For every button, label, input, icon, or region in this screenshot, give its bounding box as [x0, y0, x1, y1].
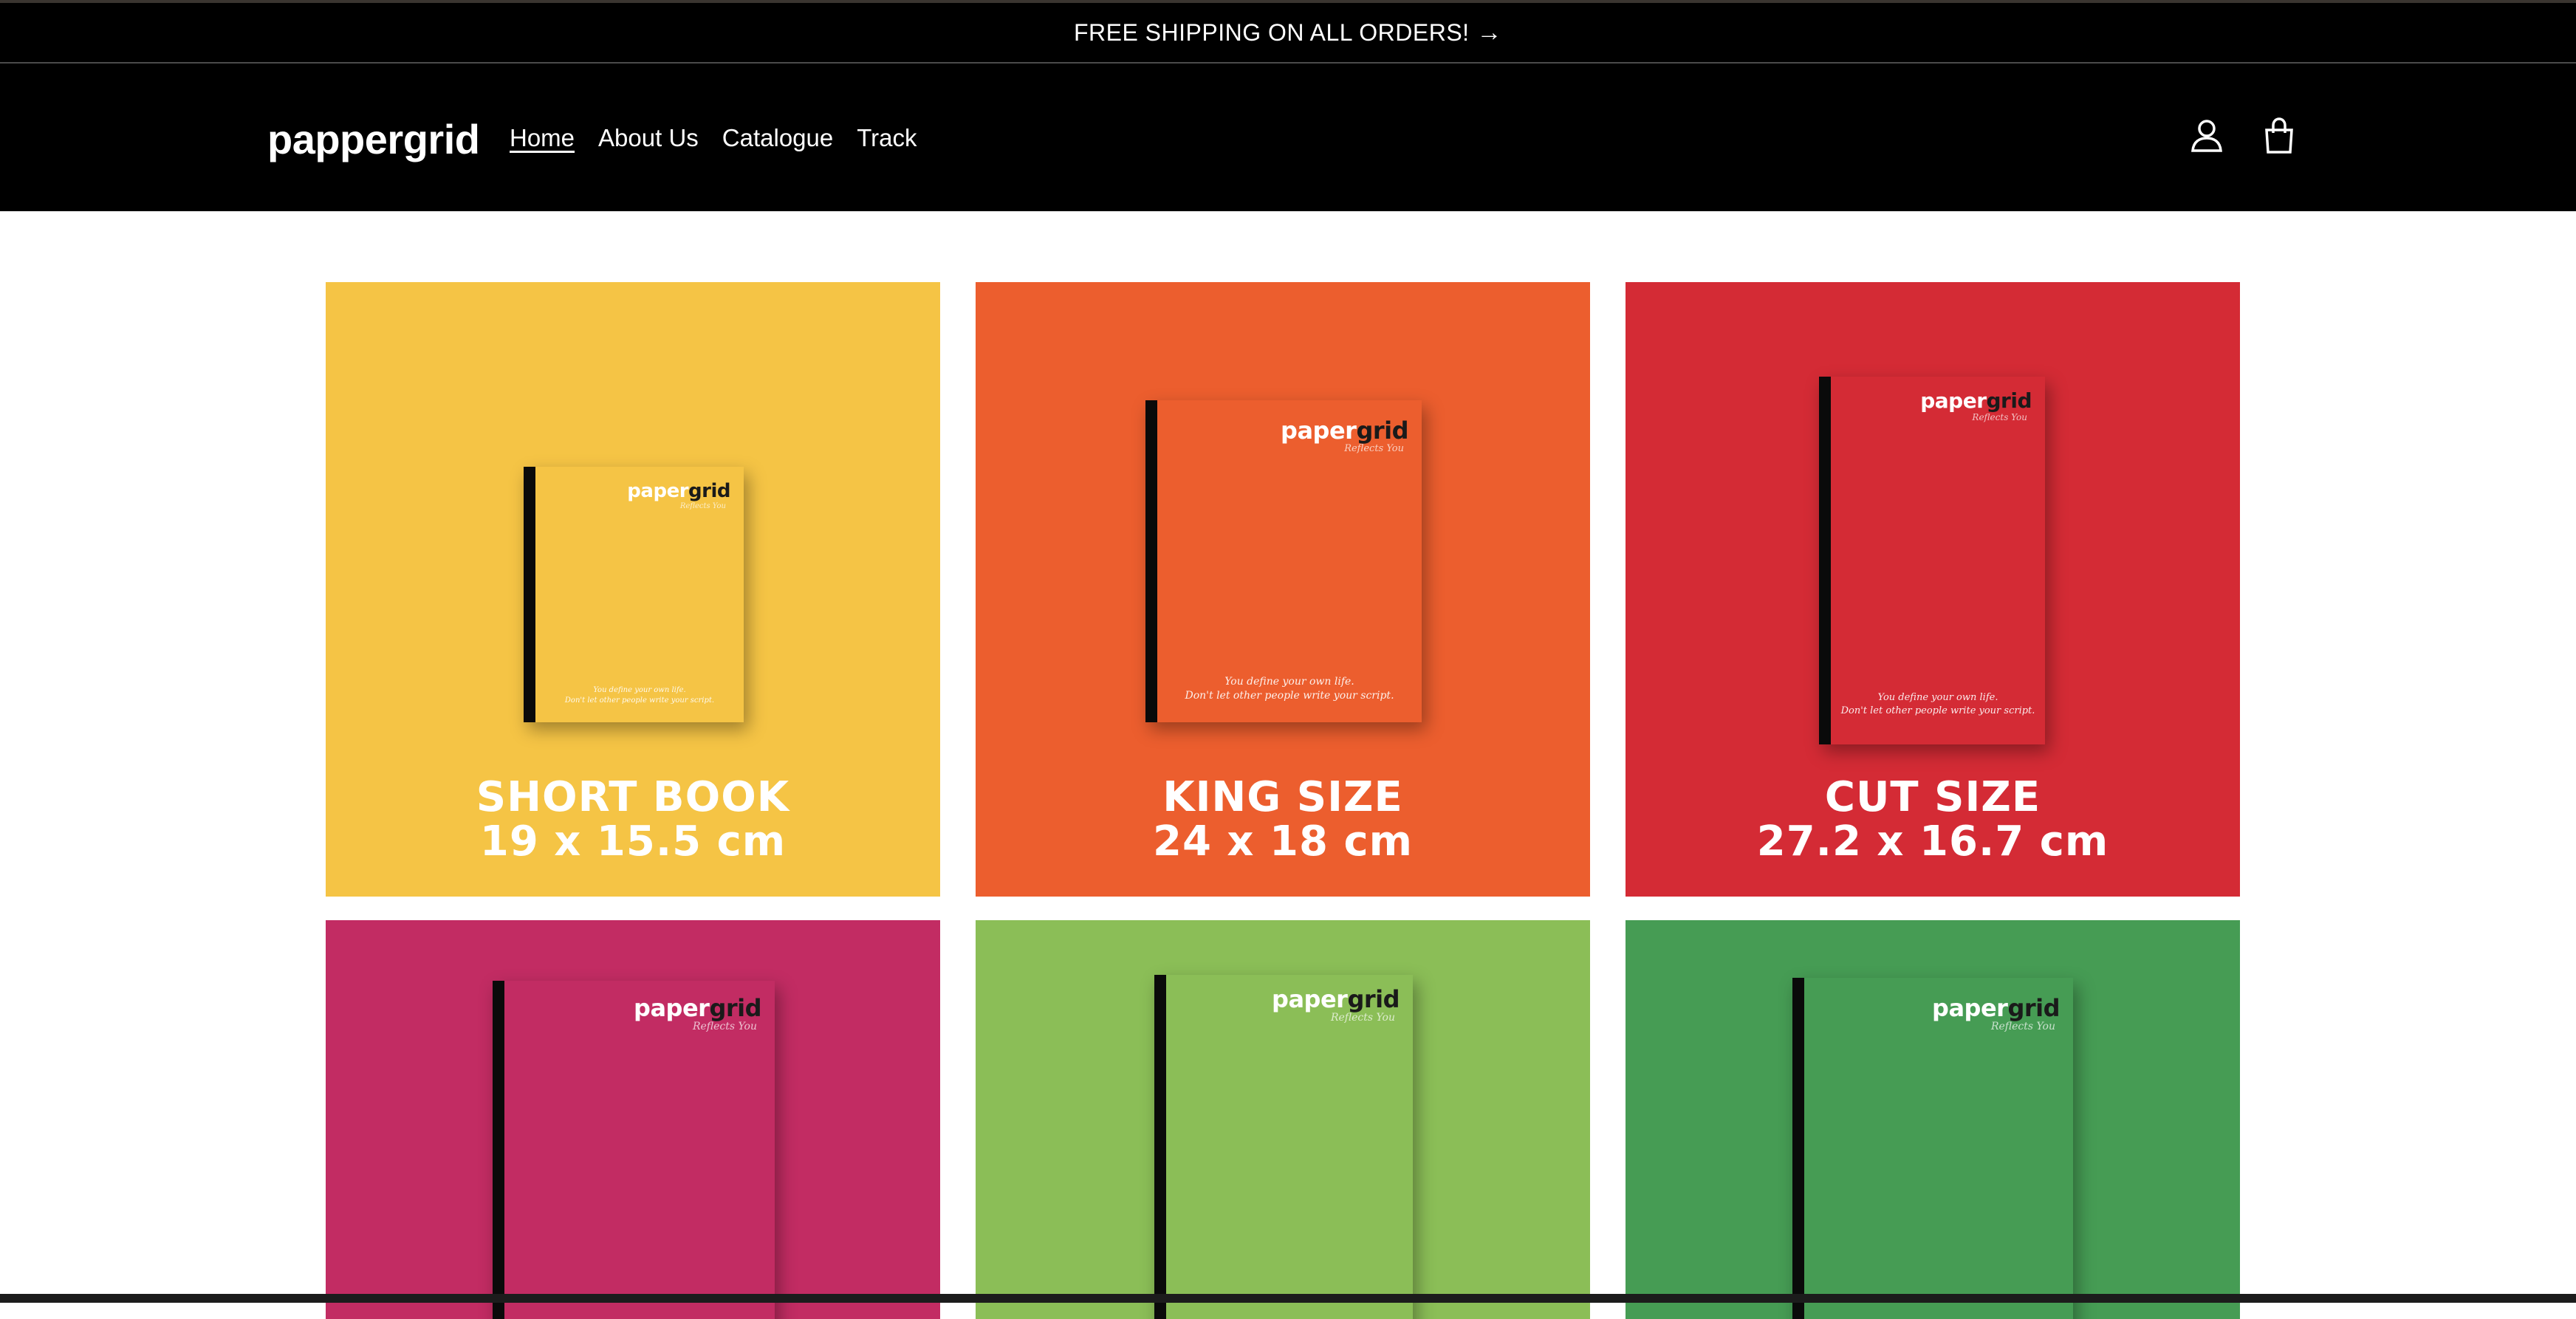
nav-catalogue[interactable]: Catalogue [722, 124, 833, 152]
brand-text: grid [688, 480, 730, 502]
brand-text: paper [627, 480, 689, 502]
window-bottom-edge [0, 1294, 2576, 1303]
tagline: Reflects You [692, 1021, 757, 1032]
brand-text: paper [1281, 417, 1357, 445]
product-title: SHORT BOOK [476, 773, 790, 821]
brand-text: grid [1986, 388, 2032, 413]
site-logo[interactable]: pappergrid [267, 115, 480, 163]
product-title: KING SIZE [1162, 773, 1403, 821]
tagline: Reflects You [1330, 1012, 1395, 1024]
announcement-text: FREE SHIPPING ON ALL ORDERS! [1073, 18, 1470, 46]
tagline: Reflects You [1990, 1021, 2055, 1032]
quote-line: You define your own life. [1877, 692, 1998, 703]
product-size: 27.2 x 16.7 cm [1756, 818, 2109, 866]
product-title: CUT SIZE [1824, 773, 2041, 821]
product-tile-short-book[interactable]: papergrid Reflects You You define your o… [326, 282, 940, 897]
nav-track[interactable]: Track [857, 124, 917, 152]
notebook-image: papergrid Reflects You [1154, 975, 1413, 1319]
nav-about-us[interactable]: About Us [598, 124, 699, 152]
quote-line: Don't let other people write your script… [1185, 689, 1394, 702]
brand-text: grid [2007, 994, 2060, 1022]
tagline: Reflects You [1344, 443, 1404, 454]
brand-text: grid [709, 994, 761, 1022]
brand-text: grid [1356, 417, 1408, 445]
main-nav: Home About Us Catalogue Track [510, 124, 917, 152]
notebook-image: papergrid Reflects You [493, 981, 775, 1319]
product-tile[interactable]: papergrid Reflects You [1626, 920, 2240, 1319]
product-size: 19 x 15.5 cm [479, 818, 787, 866]
product-tile[interactable]: papergrid Reflects You [326, 920, 940, 1319]
nav-home[interactable]: Home [510, 124, 575, 152]
notebook-image: papergrid Reflects You You define your o… [1819, 377, 2045, 744]
brand-text: paper [1932, 994, 2008, 1022]
announcement-bar[interactable]: FREE SHIPPING ON ALL ORDERS! → [0, 0, 2576, 64]
quote-line: You define your own life. [593, 686, 686, 694]
cart-icon[interactable] [2258, 115, 2300, 157]
notebook-image: papergrid Reflects You You define your o… [1145, 400, 1422, 722]
quote-line: Don't let other people write your script… [564, 696, 715, 705]
notebook-image: papergrid Reflects You You define your o… [524, 467, 744, 722]
quote-line: Don't let other people write your script… [1840, 705, 2035, 716]
product-tile[interactable]: papergrid Reflects You [976, 920, 1590, 1319]
brand-text: grid [1347, 985, 1400, 1013]
site-header: pappergrid Home About Us Catalogue Track [0, 64, 2576, 211]
brand-text: paper [634, 994, 710, 1022]
tagline: Reflects You [1972, 412, 2027, 422]
product-tile-king-size[interactable]: papergrid Reflects You You define your o… [976, 282, 1590, 897]
tagline: Reflects You [679, 502, 726, 510]
brand-text: paper [1920, 388, 1987, 413]
notebook-image: papergrid Reflects You [1792, 978, 2073, 1319]
arrow-right-icon: → [1476, 18, 1503, 47]
product-tile-cut-size[interactable]: papergrid Reflects You You define your o… [1626, 282, 2240, 897]
quote-line: You define your own life. [1224, 676, 1354, 688]
account-icon[interactable] [2186, 115, 2227, 157]
product-size: 24 x 18 cm [1152, 818, 1413, 866]
brand-text: paper [1272, 985, 1348, 1013]
